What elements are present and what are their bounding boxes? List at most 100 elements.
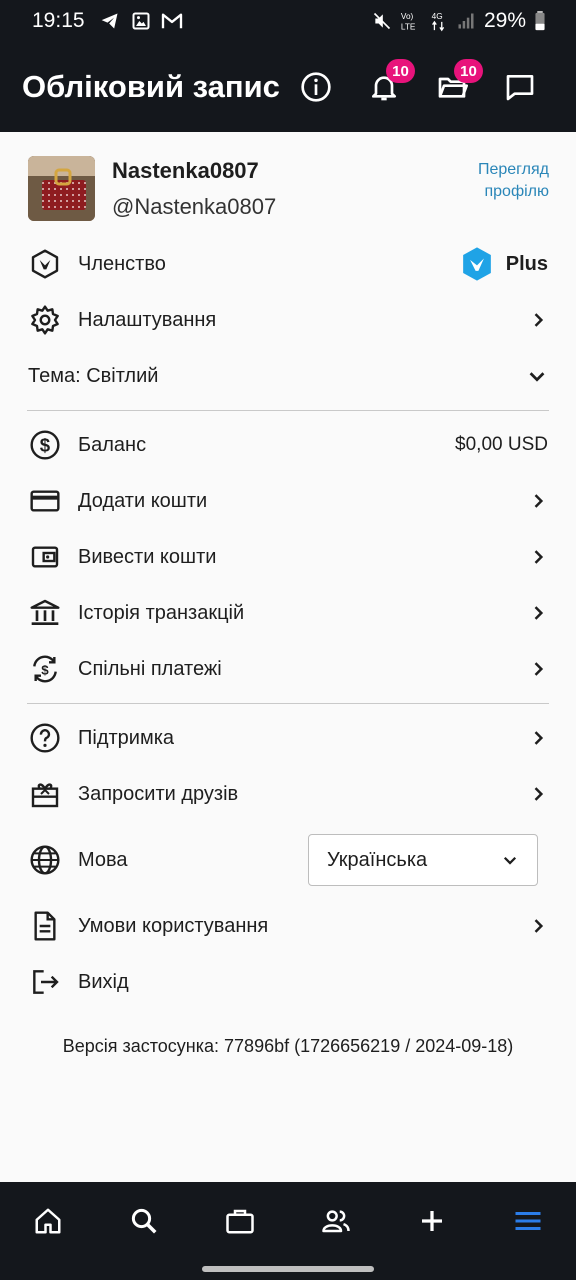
chevron-right-icon <box>534 494 544 508</box>
account-menu: Nastenka0807 @Nastenka0807 Перегляд проф… <box>0 132 576 1057</box>
info-icon <box>301 72 331 102</box>
search-icon <box>131 1208 157 1234</box>
chevron-right-icon <box>534 313 544 327</box>
gmail-icon <box>161 13 182 29</box>
profile-handle: @Nastenka0807 <box>112 194 277 219</box>
invite-row[interactable]: Запросити друзів <box>0 766 576 822</box>
divider <box>27 703 549 704</box>
balance-label: Баланс <box>78 433 147 456</box>
bottom-nav <box>0 1182 576 1260</box>
gesture-area <box>0 1260 576 1280</box>
gear-icon <box>31 305 59 335</box>
view-profile-line1: Перегляд <box>477 161 549 178</box>
volte-icon: Vo)LTE <box>401 12 416 31</box>
gallery-icon <box>132 12 150 30</box>
notifications-button[interactable]: 10 <box>350 57 418 117</box>
app-version: Версія застосунка: 77896bf (1726656219 /… <box>62 1036 514 1056</box>
svg-text:LTE: LTE <box>401 22 416 31</box>
divider <box>27 410 549 411</box>
signal-icon <box>458 13 474 29</box>
language-value: Українська <box>327 848 428 871</box>
people-icon <box>322 1210 350 1233</box>
4g-icon: 4G <box>432 12 445 32</box>
nav-home[interactable] <box>0 1182 96 1260</box>
app-header: Обліковий запис 10 10 <box>0 42 576 132</box>
page-title: Обліковий запис <box>22 69 280 104</box>
mute-icon <box>373 12 391 30</box>
menu-icon <box>515 1212 541 1230</box>
balance-row: $ Баланс $0,00 USD <box>0 417 576 473</box>
support-label: Підтримка <box>78 726 175 749</box>
currency-exchange-icon: $ <box>33 655 57 683</box>
membership-plan: Plus <box>505 252 548 275</box>
plus-icon <box>422 1211 442 1231</box>
support-row[interactable]: Підтримка <box>0 710 576 766</box>
telegram-icon <box>101 13 118 29</box>
bank-icon <box>30 599 60 625</box>
settings-label: Налаштування <box>78 308 217 331</box>
chevron-right-icon <box>534 606 544 620</box>
projects-badge: 10 <box>454 59 483 83</box>
shared-payments-row[interactable]: $ Спільні платежі <box>0 641 576 697</box>
withdraw-row[interactable]: Вивести кошти <box>0 529 576 585</box>
terms-label: Умови користування <box>78 914 269 937</box>
nav-people[interactable] <box>288 1182 384 1260</box>
battery-icon <box>535 11 545 31</box>
projects-button[interactable]: 10 <box>418 57 486 117</box>
transactions-label: Історія транзакцій <box>78 601 245 624</box>
terms-row[interactable]: Умови користування <box>0 898 576 954</box>
add-funds-row[interactable]: Додати кошти <box>0 473 576 529</box>
svg-text:4G: 4G <box>432 12 443 21</box>
svg-text:Vo): Vo) <box>401 12 414 21</box>
wallet-icon <box>31 546 59 568</box>
notifications-badge: 10 <box>386 59 415 83</box>
briefcase-icon <box>226 1209 254 1234</box>
document-icon <box>34 911 56 941</box>
membership-row[interactable]: Членство Plus <box>0 236 576 292</box>
info-button[interactable] <box>282 57 350 117</box>
membership-icon <box>31 249 59 279</box>
language-select[interactable]: Українська <box>308 834 538 886</box>
invite-label: Запросити друзів <box>78 782 239 805</box>
chevron-right-icon <box>534 550 544 564</box>
logout-icon <box>33 970 59 994</box>
dollar-icon: $ <box>30 430 60 460</box>
chevron-right-icon <box>534 919 544 933</box>
avatar[interactable] <box>28 156 95 221</box>
logout-label: Вихід <box>78 970 129 993</box>
theme-row[interactable]: Тема: Світлий <box>0 348 576 404</box>
status-time: 19:15 <box>32 9 85 32</box>
messages-button[interactable] <box>486 57 554 117</box>
help-icon <box>30 723 60 753</box>
nav-post[interactable] <box>384 1182 480 1260</box>
chevron-down-icon <box>529 372 545 382</box>
chat-icon <box>506 75 534 101</box>
chevron-right-icon <box>534 787 544 801</box>
withdraw-label: Вивести кошти <box>78 545 217 568</box>
svg-text:$: $ <box>41 662 49 677</box>
nav-menu[interactable] <box>480 1182 576 1260</box>
gesture-handle[interactable] <box>202 1266 374 1272</box>
battery-percent: 29% <box>483 9 526 32</box>
view-profile-link[interactable]: Перегляд профілю <box>478 159 549 203</box>
nav-projects[interactable] <box>192 1182 288 1260</box>
nav-search[interactable] <box>96 1182 192 1260</box>
plus-badge-icon <box>462 247 491 281</box>
svg-text:$: $ <box>40 435 51 456</box>
membership-label: Членство <box>78 252 166 275</box>
status-bar: 19:15 Vo) LTE 4G 29% <box>0 0 576 42</box>
chevron-right-icon <box>534 662 544 676</box>
shared-payments-label: Спільні платежі <box>78 657 222 680</box>
language-row: Мова Українська <box>0 822 576 898</box>
globe-icon <box>30 845 60 875</box>
chevron-right-icon <box>534 731 544 745</box>
transactions-row[interactable]: Історія транзакцій <box>0 585 576 641</box>
gift-icon <box>31 783 59 808</box>
theme-label: Тема: Світлий <box>28 364 159 387</box>
settings-row[interactable]: Налаштування <box>0 292 576 348</box>
avatar-image <box>28 156 95 221</box>
view-profile-line2: профілю <box>484 183 549 200</box>
chevron-down-icon <box>503 856 517 865</box>
logout-row[interactable]: Вихід <box>0 954 576 1010</box>
profile-name: Nastenka0807 <box>112 158 259 183</box>
